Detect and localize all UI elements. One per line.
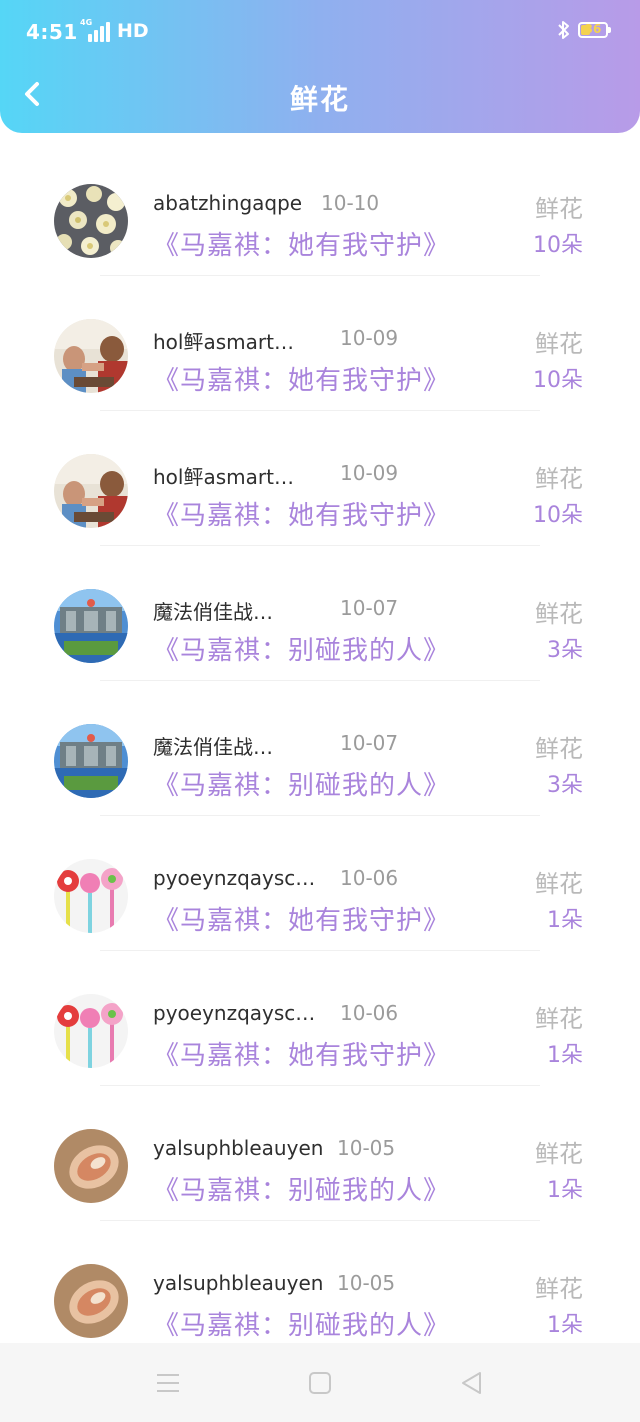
work-title[interactable]: 《马嘉祺：她有我守护》 <box>153 360 450 397</box>
list-item[interactable]: abatzhingaqpe 10-10 鲜花 《马嘉祺：她有我守护》 10朵 <box>0 151 640 286</box>
work-title[interactable]: 《马嘉祺：别碰我的人》 <box>153 630 450 667</box>
status-time: 4:51 <box>26 20 78 44</box>
avatar <box>54 724 128 798</box>
avatar <box>54 454 128 528</box>
user-name: yalsuphbleauyen <box>153 1136 324 1160</box>
list-item[interactable]: yalsuphbleauyen 10-05 鲜花 《马嘉祺：别碰我的人》 1朵 <box>0 1096 640 1231</box>
list-item[interactable]: pyoeynzqaysc… 10-06 鲜花 《马嘉祺：她有我守护》 1朵 <box>0 826 640 961</box>
system-nav-bar <box>0 1343 640 1422</box>
flower-count: 10朵 <box>533 368 583 393</box>
list-item[interactable]: hol鲆asmart… 10-09 鲜花 《马嘉祺：她有我守护》 10朵 <box>0 421 640 556</box>
work-title[interactable]: 《马嘉祺：别碰我的人》 <box>153 1170 450 1207</box>
user-name: 魔法俏佳战… <box>153 600 273 624</box>
home-square-icon[interactable] <box>306 1369 334 1397</box>
avatar <box>54 319 128 393</box>
divider <box>100 1220 540 1221</box>
hd-indicator: HD <box>117 20 149 42</box>
list-item[interactable]: hol鲆asmart… 10-09 鲜花 《马嘉祺：她有我守护》 10朵 <box>0 286 640 421</box>
divider <box>100 680 540 681</box>
user-name: pyoeynzqaysc… <box>153 866 316 890</box>
signal-icon <box>78 20 114 42</box>
app-header: 4:51 4G HD 36 鲜花 <box>0 0 640 133</box>
divider <box>100 275 540 276</box>
flower-count: 10朵 <box>533 233 583 258</box>
status-bar: 4:51 4G HD 36 <box>0 0 640 64</box>
page-title: 鲜花 <box>289 83 350 116</box>
list-item[interactable]: pyoeynzqaysc… 10-06 鲜花 《马嘉祺：她有我守护》 1朵 <box>0 961 640 1096</box>
back-triangle-icon[interactable] <box>458 1369 486 1397</box>
divider <box>100 815 540 816</box>
bluetooth-icon <box>558 21 569 39</box>
gift-label: 鲜花 <box>535 465 583 493</box>
divider <box>100 410 540 411</box>
work-title[interactable]: 《马嘉祺：别碰我的人》 <box>153 765 450 802</box>
flower-list: abatzhingaqpe 10-10 鲜花 《马嘉祺：她有我守护》 10朵 h… <box>0 151 640 1343</box>
user-name: hol鲆asmart… <box>153 330 294 354</box>
gift-date: 10-07 <box>340 731 399 755</box>
gift-label: 鲜花 <box>535 1140 583 1168</box>
gift-label: 鲜花 <box>535 1005 583 1033</box>
gift-date: 10-09 <box>340 326 399 350</box>
battery-icon: 36 <box>578 22 608 38</box>
user-name: abatzhingaqpe <box>153 191 303 215</box>
gift-date: 10-06 <box>340 1001 399 1025</box>
divider <box>100 1085 540 1086</box>
gift-date: 10-06 <box>340 866 399 890</box>
user-name: hol鲆asmart… <box>153 465 294 489</box>
work-title[interactable]: 《马嘉祺：她有我守护》 <box>153 495 450 532</box>
gift-label: 鲜花 <box>535 195 583 223</box>
user-name: yalsuphbleauyen <box>153 1271 324 1295</box>
avatar <box>54 1129 128 1203</box>
user-name: 魔法俏佳战… <box>153 735 273 759</box>
list-item[interactable]: 魔法俏佳战… 10-07 鲜花 《马嘉祺：别碰我的人》 3朵 <box>0 556 640 691</box>
avatar <box>54 589 128 663</box>
divider <box>100 545 540 546</box>
gift-date: 10-09 <box>340 461 399 485</box>
battery-tip <box>608 27 611 33</box>
gift-label: 鲜花 <box>535 600 583 628</box>
avatar <box>54 859 128 933</box>
divider <box>100 950 540 951</box>
flower-count: 1朵 <box>547 1178 583 1203</box>
work-title[interactable]: 《马嘉祺：她有我守护》 <box>153 1035 450 1072</box>
flower-count: 1朵 <box>547 1313 583 1338</box>
gift-date: 10-05 <box>337 1271 396 1295</box>
list-item[interactable]: 魔法俏佳战… 10-07 鲜花 《马嘉祺：别碰我的人》 3朵 <box>0 691 640 826</box>
gift-date: 10-07 <box>340 596 399 620</box>
gift-date: 10-05 <box>337 1136 396 1160</box>
flower-count: 10朵 <box>533 503 583 528</box>
user-name: pyoeynzqaysc… <box>153 1001 316 1025</box>
flower-count: 1朵 <box>547 1043 583 1068</box>
avatar <box>54 994 128 1068</box>
gift-label: 鲜花 <box>535 735 583 763</box>
flower-count: 1朵 <box>547 908 583 933</box>
flower-count: 3朵 <box>547 773 583 798</box>
gift-label: 鲜花 <box>535 870 583 898</box>
gift-label: 鲜花 <box>535 330 583 358</box>
work-title[interactable]: 《马嘉祺：别碰我的人》 <box>153 1305 450 1342</box>
battery-level: 36 <box>584 22 602 36</box>
work-title[interactable]: 《马嘉祺：她有我守护》 <box>153 900 450 937</box>
avatar <box>54 1264 128 1338</box>
gift-label: 鲜花 <box>535 1275 583 1303</box>
gift-date: 10-10 <box>321 191 380 215</box>
menu-icon[interactable] <box>154 1369 182 1397</box>
flower-count: 3朵 <box>547 638 583 663</box>
work-title[interactable]: 《马嘉祺：她有我守护》 <box>153 225 450 262</box>
avatar <box>54 184 128 258</box>
